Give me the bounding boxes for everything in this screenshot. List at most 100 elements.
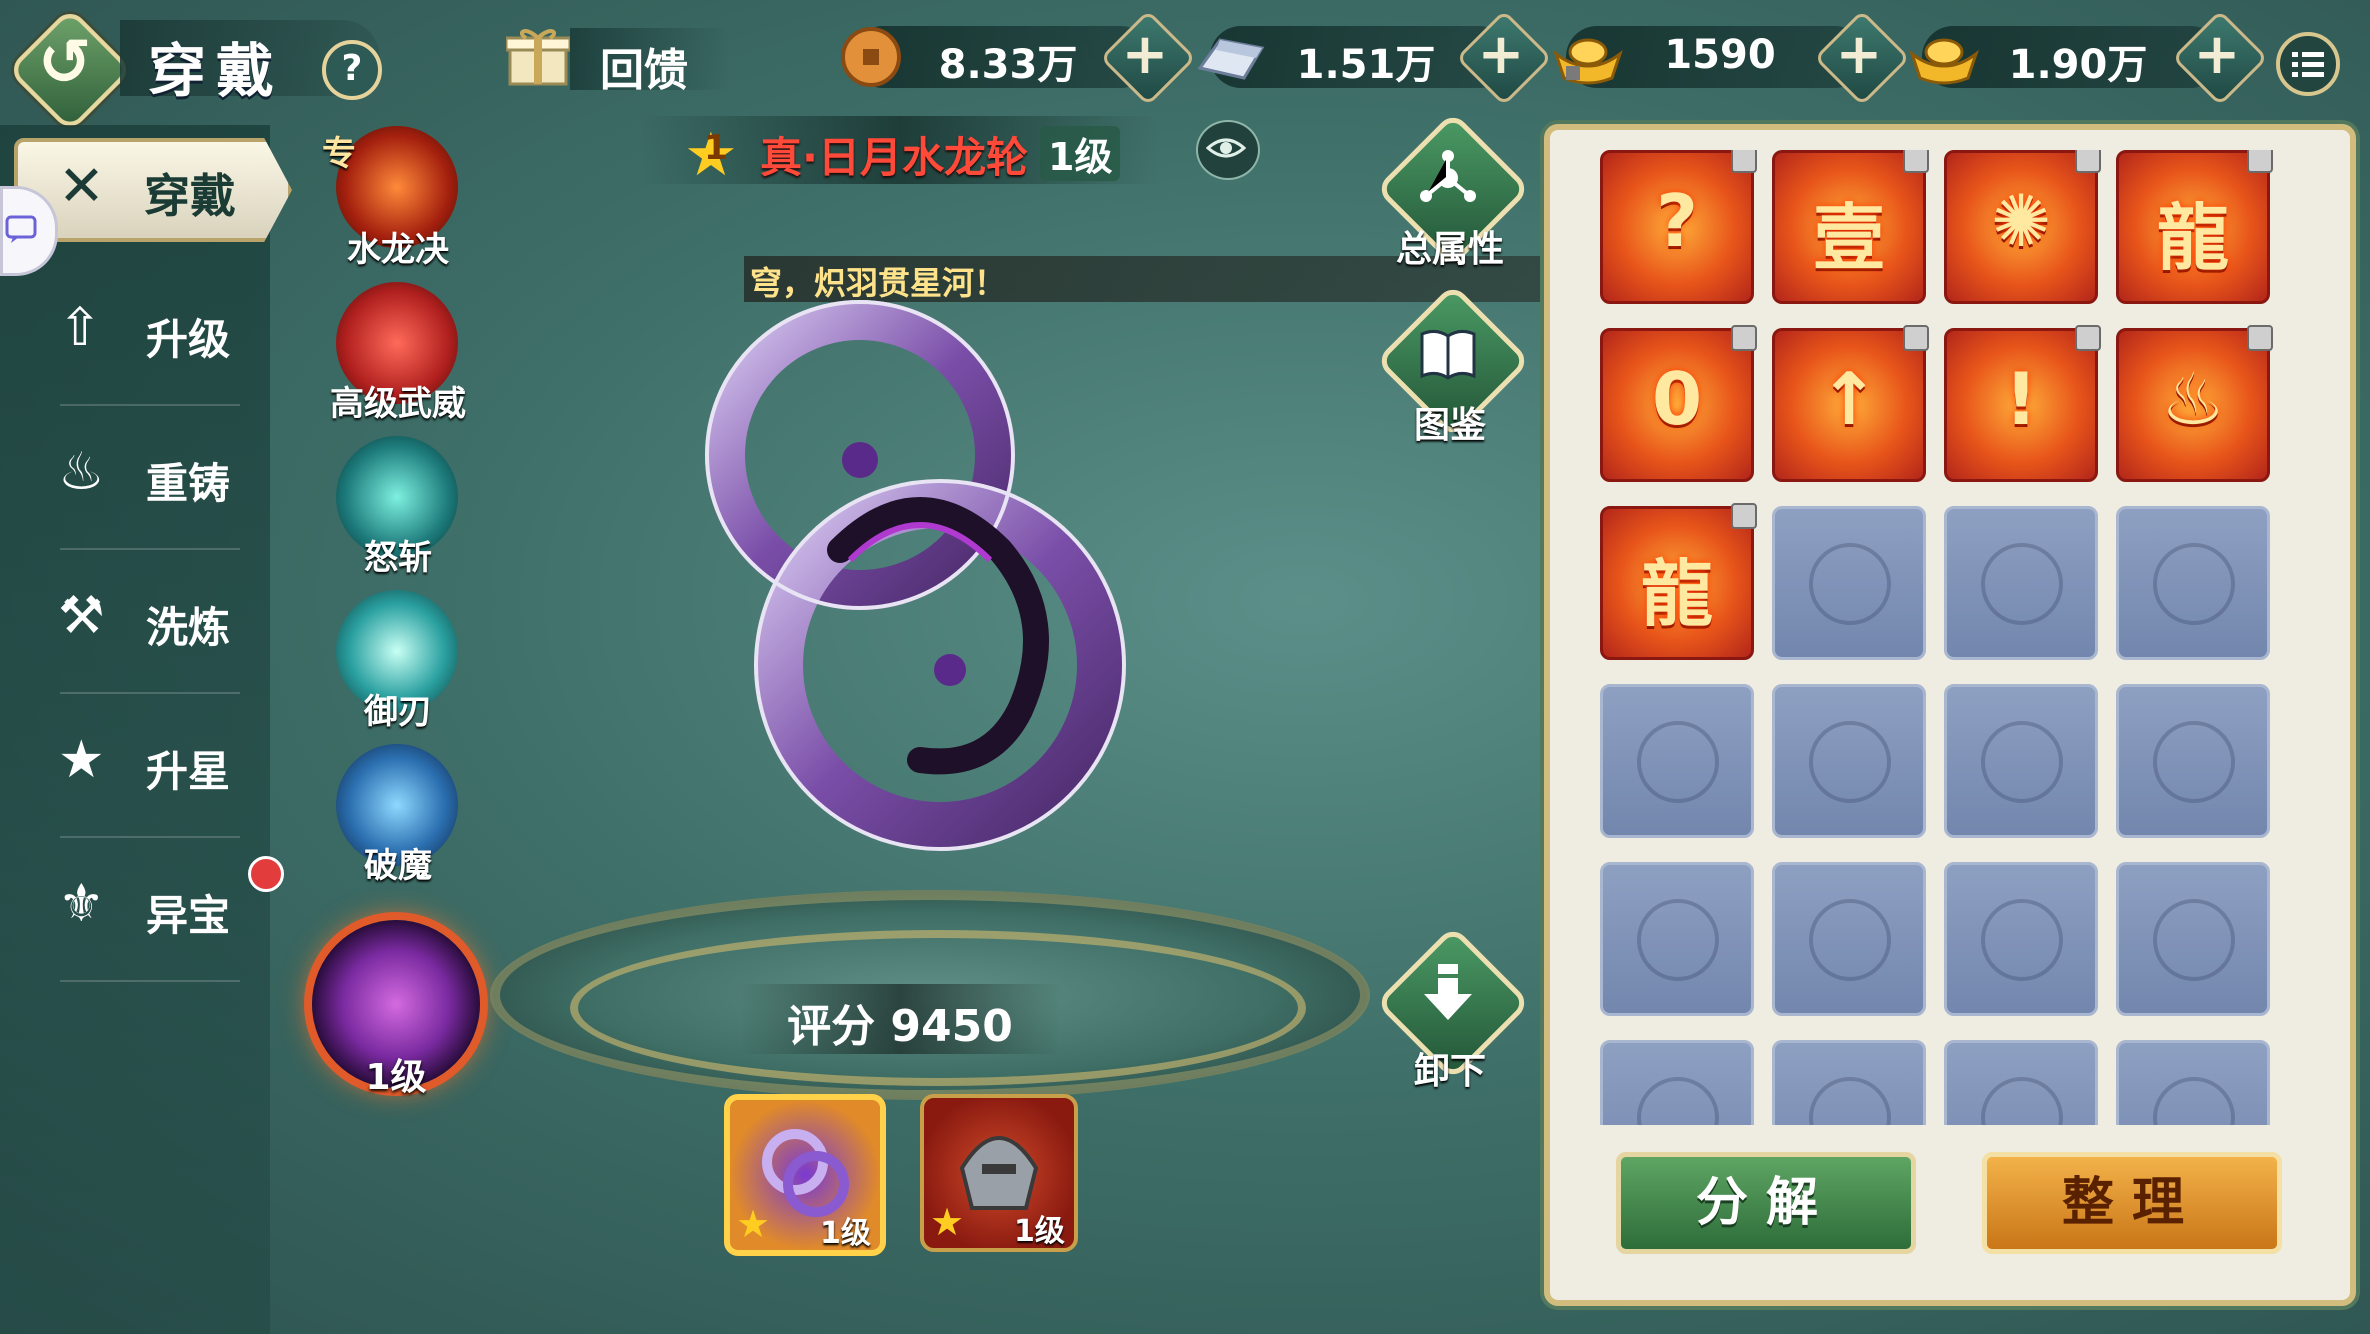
list-icon (2292, 52, 2324, 77)
inventory-empty-slot[interactable] (1944, 506, 2098, 660)
weapon-model-icon (705, 300, 1126, 851)
currency-value-silver: 1.51万 (1296, 42, 1436, 88)
inventory-empty-slot[interactable] (2116, 684, 2270, 838)
inventory-item-slot[interactable]: 龍 (2116, 150, 2273, 304)
inventory-empty-slot[interactable] (1944, 1040, 2098, 1125)
currency-value-gold-ingot: 1590 (1664, 32, 1776, 78)
tab-wear-label: 穿戴 (144, 169, 236, 223)
crossed-swords-icon: ✕ (58, 154, 105, 219)
gift-box-icon[interactable] (506, 26, 570, 86)
network-nodes-icon (1420, 150, 1476, 202)
trident-icon: ⚜ (58, 874, 105, 934)
sidebar-item-refine[interactable]: ⚒ 洗炼 (50, 586, 250, 656)
skill-label: 破魔 (364, 846, 432, 886)
inventory-item-slot[interactable]: ? (1600, 150, 1757, 304)
add-silver-icon: + (1477, 22, 1525, 87)
inventory-empty-slot[interactable] (1600, 684, 1754, 838)
inventory-empty-slot[interactable] (1772, 684, 1926, 838)
inventory-empty-slot[interactable] (1600, 1040, 1754, 1125)
divider (60, 692, 240, 694)
menu-button[interactable] (2276, 32, 2340, 96)
copper-coin-icon (841, 27, 901, 87)
rune-stone-icon: 壹 (1812, 196, 1885, 280)
down-arrow-icon (1424, 964, 1472, 1020)
divider (60, 980, 240, 982)
silver-ingot-icon (1197, 38, 1265, 80)
feedback-label[interactable]: 回馈 (600, 34, 688, 98)
sidebar-item-treasure[interactable]: ⚜ 异宝 (50, 874, 250, 944)
total-attributes-label: 总属性 (1395, 229, 1504, 270)
sidebar-item-star-up[interactable]: ★ 升星 (50, 730, 250, 800)
rune-stone-icon: 龍 (1640, 552, 1713, 636)
page-title: 穿戴 (148, 37, 285, 105)
slot-star-icon: ★ (930, 1200, 965, 1244)
inventory-grid[interactable]: ? 壹 ✺ 龍 0 ↑! ♨ 龍 (1590, 150, 2290, 1125)
inventory-empty-slot[interactable] (1600, 862, 1754, 1016)
inventory-item-slot[interactable]: ↑ (1772, 325, 1929, 482)
add-copper-icon: + (1121, 22, 1169, 87)
skill-label: 高级武威 (330, 384, 466, 424)
helmet-armor-icon (959, 1136, 1039, 1210)
equip-slot-armor[interactable]: ★ 1级 (920, 1094, 1078, 1252)
lock-icon (2075, 325, 2101, 351)
currency-value-yuanbao: 1.90万 (2008, 42, 2148, 88)
lock-icon (1903, 325, 1929, 351)
slot-level: 1级 (1014, 1214, 1065, 1249)
currency-value-copper: 8.33万 (938, 42, 1078, 88)
inventory-empty-slot[interactable] (1944, 862, 2098, 1016)
slot-level: 1级 (820, 1216, 871, 1251)
divider (60, 836, 240, 838)
inventory-item-slot[interactable]: 0 (1600, 325, 1757, 482)
gold-ingot-icon (1553, 38, 1623, 85)
unequip-label: 卸下 (1413, 1051, 1486, 1092)
inventory-item-slot[interactable]: ✺ (1944, 150, 2101, 304)
sidebar-item-upgrade[interactable]: ⇧ 升级 (50, 298, 250, 368)
inventory-empty-slot[interactable] (2116, 506, 2270, 660)
back-arrow-icon: ↺ (38, 26, 92, 100)
lock-icon (1731, 325, 1757, 351)
inventory-empty-slot[interactable] (1944, 684, 2098, 838)
star-icon: ★ (58, 730, 105, 790)
item-level: 1级 (1040, 126, 1121, 181)
upgrade-arrow-icon: ⇧ (58, 298, 102, 358)
exclusive-tag: 专 (322, 134, 356, 174)
inventory-item-slot[interactable]: 龍 (1600, 503, 1757, 660)
lock-icon (1731, 150, 1757, 173)
skill-label: 怒斩 (364, 538, 432, 578)
help-button[interactable]: ? (322, 40, 382, 100)
lock-icon (2075, 150, 2101, 173)
rune-stone-icon: ✺ (1990, 179, 2052, 263)
equip-slot-weapon[interactable]: ★ 1级 (724, 1094, 886, 1256)
flame-icon: ♨ (58, 442, 105, 502)
inventory-empty-slot[interactable] (2116, 862, 2270, 1016)
inventory-empty-slot[interactable] (1772, 506, 1926, 660)
decompose-button[interactable]: 分解 (1616, 1152, 1916, 1254)
book-icon (1420, 329, 1476, 380)
chat-icon (5, 215, 37, 243)
inventory-empty-slot[interactable] (1772, 1040, 1926, 1125)
inventory-empty-slot[interactable] (1772, 862, 1926, 1016)
sidebar-item-recast[interactable]: ♨ 重铸 (50, 442, 250, 512)
lock-icon (2247, 325, 2273, 351)
rune-stone-icon: ♨ (2160, 357, 2226, 441)
sidebar-item-label: 升星 (146, 747, 231, 796)
skill-label: 御刃 (364, 692, 432, 732)
sort-button[interactable]: 整理 (1982, 1152, 2282, 1254)
lock-icon (2247, 150, 2273, 173)
main-skill-level: 1级 (365, 1057, 427, 1098)
slot-star-icon: ★ (736, 1202, 771, 1246)
notification-dot (248, 856, 284, 892)
rune-stone-icon: ? (1656, 179, 1698, 263)
rune-stone-icon: ! (2004, 357, 2038, 441)
inventory-item-slot[interactable]: ! (1944, 325, 2101, 482)
add-yuanbao-icon: + (2193, 22, 2241, 87)
score-value: 评分 9450 (787, 1001, 1013, 1052)
sidebar-item-label: 异宝 (146, 891, 231, 940)
inventory-item-slot[interactable]: ♨ (2116, 325, 2273, 482)
sidebar-item-label: 洗炼 (146, 603, 231, 652)
anvil-icon: ⚒ (58, 586, 105, 646)
eye-icon (1206, 138, 1246, 158)
inventory-item-slot[interactable]: 壹 (1772, 150, 1929, 304)
codex-label: 图鉴 (1413, 405, 1486, 446)
inventory-empty-slot[interactable] (2116, 1040, 2270, 1125)
